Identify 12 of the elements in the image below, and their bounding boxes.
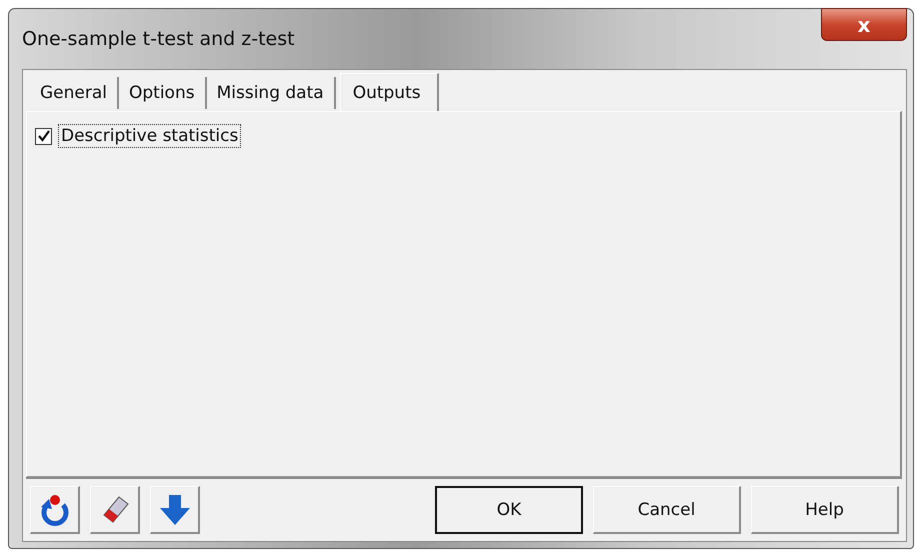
down-button[interactable] [150, 486, 200, 534]
reset-button[interactable] [30, 486, 80, 534]
dialog-button[interactable]: Help [751, 486, 899, 534]
window-title: One-sample t-test and z-test [22, 28, 295, 50]
checkbox-label: Descriptive statistics [58, 124, 242, 148]
down-arrow-icon [158, 492, 192, 526]
tab[interactable]: Outputs [340, 73, 439, 111]
dialog-button[interactable]: Cancel [593, 486, 741, 534]
checkbox[interactable] [35, 128, 52, 144]
dialog-button[interactable]: OK [435, 486, 583, 534]
eraser-button[interactable] [90, 486, 140, 534]
close-button[interactable]: x [821, 8, 907, 41]
